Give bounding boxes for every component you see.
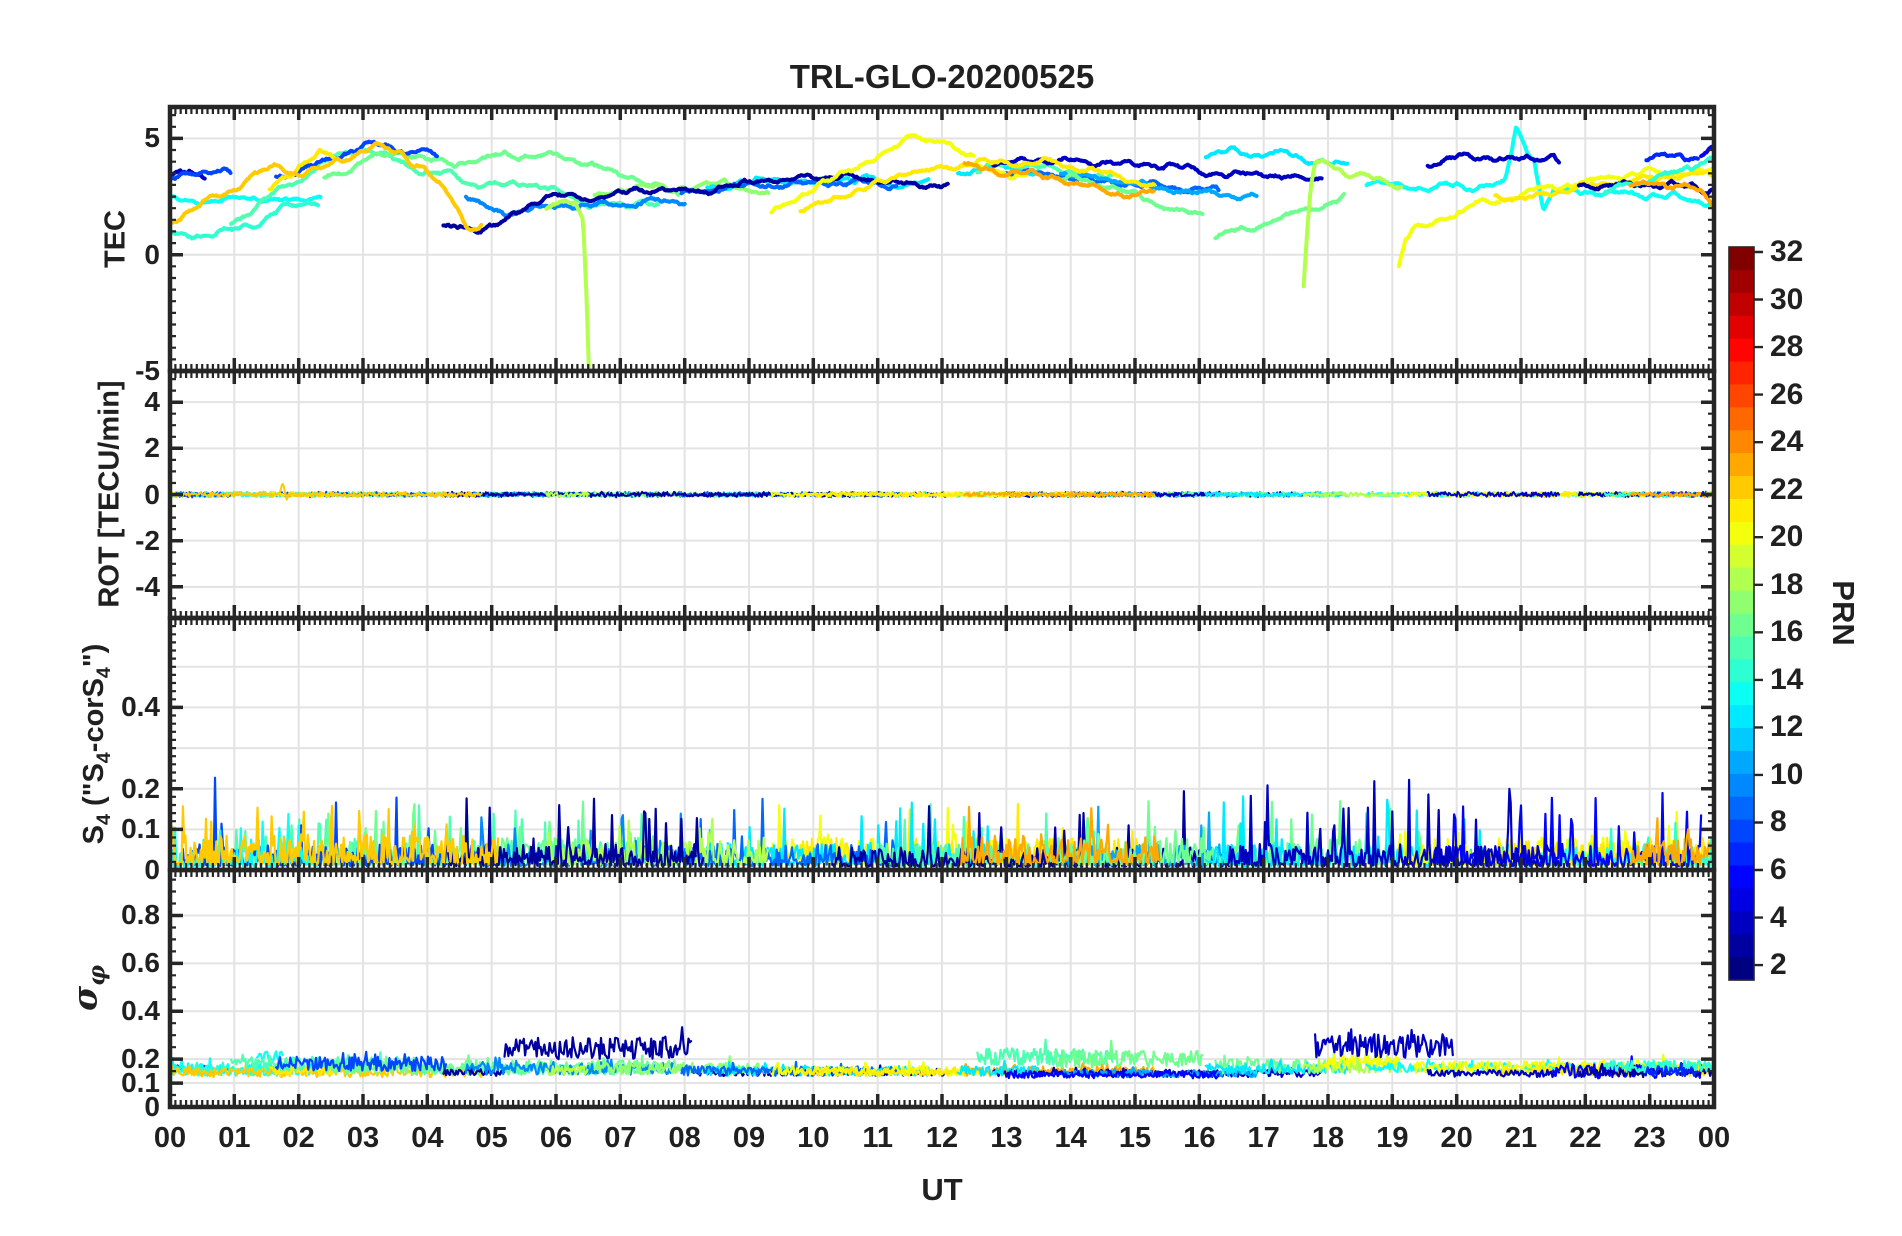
colorbar-segment [1729, 773, 1754, 798]
colorbar-tick-label: 18 [1770, 567, 1804, 601]
colorbar-segment [1729, 384, 1754, 408]
x-tick-label: 23 [1633, 1122, 1666, 1154]
x-tick-label: 11 [862, 1122, 893, 1154]
colorbar-segment [1729, 911, 1754, 935]
colorbar-segment [1729, 544, 1754, 569]
x-tick-label: 16 [1183, 1122, 1216, 1154]
colorbar-segment [1729, 338, 1754, 363]
x-tick-label: 05 [475, 1122, 508, 1154]
colorbar-title: PRN [1826, 580, 1861, 646]
x-tick-label: 22 [1569, 1122, 1602, 1154]
colorbar-segment [1729, 521, 1754, 546]
y-tick-label-sigma: 0.8 [121, 899, 160, 931]
colorbar-segment [1729, 567, 1754, 592]
x-tick-label: 21 [1504, 1122, 1538, 1154]
colorbar-segment [1729, 682, 1754, 706]
colorbar-segment [1729, 613, 1754, 638]
y-tick-label-s4: 0 [144, 854, 160, 885]
y-tick-label-tec: 0 [144, 238, 160, 270]
figure: TRL-GLO-20200525 UT TEC ROT [TECU/min] S4 … [0, 0, 1902, 1236]
x-tick-label: 17 [1247, 1122, 1280, 1154]
x-tick-label: 12 [925, 1122, 959, 1154]
colorbar-tick-label: 8 [1770, 805, 1787, 839]
colorbar-segment [1729, 865, 1754, 889]
colorbar-segment [1729, 934, 1754, 958]
x-tick-label: 13 [990, 1122, 1023, 1154]
x-tick-label: 10 [797, 1122, 830, 1154]
colorbar-segment [1729, 247, 1754, 271]
x-tick-label: 07 [604, 1122, 637, 1154]
colorbar-segment [1729, 659, 1754, 683]
colorbar-tick-label: 24 [1770, 425, 1804, 459]
colorbar-segment [1729, 269, 1754, 294]
colorbar-tick-label: 22 [1770, 472, 1804, 506]
x-tick-label: 14 [1054, 1122, 1087, 1154]
colorbar-segment [1729, 888, 1754, 912]
x-tick-label: 00 [153, 1122, 187, 1154]
colorbar-tick-label: 32 [1770, 235, 1804, 268]
colorbar-tick-label: 2 [1770, 948, 1787, 982]
colorbar-tick-label: 6 [1770, 853, 1787, 887]
colorbar-segment [1729, 430, 1754, 454]
colorbar-tick-label: 30 [1770, 282, 1804, 316]
x-tick-label: 04 [411, 1122, 444, 1154]
colorbar-segment [1729, 796, 1754, 821]
colorbar-segment [1729, 292, 1754, 317]
colorbar-segment [1729, 407, 1754, 431]
colorbar-tick-label: 28 [1770, 330, 1804, 364]
colorbar-segment [1729, 750, 1754, 775]
y-tick-label-tec: 5 [144, 122, 160, 154]
x-tick-label: 03 [346, 1122, 380, 1154]
colorbar-segment [1729, 315, 1754, 340]
x-tick-label: 02 [282, 1122, 315, 1154]
x-tick-label: 09 [732, 1122, 766, 1154]
colorbar-tick-label: 10 [1770, 757, 1804, 791]
y-tick-label-rot: 0 [144, 478, 160, 510]
y-tick-label-s4: 0.2 [121, 772, 160, 804]
x-tick-label: 19 [1376, 1122, 1409, 1154]
colorbar-segment [1729, 498, 1754, 523]
colorbar-segment [1729, 476, 1754, 500]
colorbar-segment [1729, 705, 1754, 729]
y-tick-label-tec: -5 [135, 355, 160, 386]
y-tick-label-sigma: 0.4 [121, 995, 160, 1027]
colorbar-segment [1729, 361, 1754, 386]
x-tick-label: 15 [1118, 1122, 1152, 1154]
y-tick-label-rot: -2 [135, 524, 160, 556]
x-tick-label: 06 [539, 1122, 573, 1154]
colorbar-segment [1729, 636, 1754, 660]
colorbar-tick-label: 20 [1770, 520, 1804, 554]
colorbar-segment [1729, 842, 1754, 867]
x-tick-label: 00 [1697, 1122, 1731, 1154]
y-tick-label-s4: 0.4 [121, 691, 160, 723]
plot-canvas [167, 104, 1763, 1110]
y-tick-label-sigma: 0 [144, 1091, 160, 1122]
colorbar-tick-label: 26 [1770, 377, 1804, 411]
colorbar-segment [1729, 590, 1754, 615]
colorbar-segment [1729, 957, 1754, 981]
colorbar-tick-label: 14 [1770, 662, 1804, 696]
x-axis-label: UT [921, 1172, 963, 1207]
y-tick-label-rot: 2 [144, 432, 160, 464]
x-tick-label: 18 [1311, 1122, 1345, 1154]
y-tick-label-rot: -4 [135, 570, 160, 602]
y-tick-label-rot: 4 [144, 386, 160, 418]
chart-title: TRL-GLO-20200525 [789, 58, 1095, 95]
y-tick-label-sigma: 0.6 [121, 947, 160, 979]
colorbar-tick-label: 4 [1770, 900, 1787, 934]
x-tick-label: 20 [1440, 1122, 1473, 1154]
colorbar-segment [1729, 453, 1754, 477]
x-tick-label: 08 [668, 1122, 701, 1154]
colorbar-tick-label: 16 [1770, 615, 1804, 649]
x-tick-label: 01 [218, 1122, 251, 1154]
colorbar-segment [1729, 728, 1754, 752]
y-tick-label-s4: 0.1 [121, 813, 160, 845]
colorbar-segment [1729, 819, 1754, 844]
colorbar-tick-label: 12 [1770, 710, 1804, 744]
